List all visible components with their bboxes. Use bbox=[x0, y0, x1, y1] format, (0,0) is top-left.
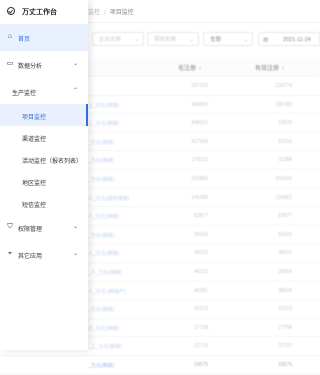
sidebar-item-label: 权限管理 bbox=[18, 227, 43, 233]
sidebar-item-label: 渠道监控 bbox=[22, 137, 47, 143]
sidebar-item-label: 数据分析 bbox=[18, 64, 43, 70]
sidebar-drawer: 万丈工作台 ⌂ 首页 ▭ 数据分析 ⌄ 生产监控 ⌃ 项目监控 渠道监控 活动监… bbox=[0, 0, 88, 350]
table-row[interactable]: _万元(换链) 19575 19575 bbox=[0, 356, 320, 375]
sidebar-item-label: 地区监控 bbox=[22, 181, 47, 187]
sidebar-item-other-apps[interactable]: ⌖ 其它应用 ⌄ bbox=[0, 241, 88, 268]
sidebar-item-label: 项目监控 bbox=[22, 115, 47, 121]
app-title: 万丈工作台 bbox=[22, 9, 57, 16]
chevron-up-icon: ⌃ bbox=[72, 88, 78, 94]
location-pin-icon: ⌖ bbox=[8, 250, 12, 257]
sidebar-item-activity-monitor[interactable]: 活动监控（报名列表） bbox=[0, 148, 88, 170]
sidebar-item-label: 其它应用 bbox=[18, 254, 43, 260]
sidebar-item-label: 活动监控（报名列表） bbox=[22, 159, 83, 165]
sidebar-item-label: 短信监控 bbox=[22, 203, 47, 209]
valid-registrations-cell: 19575 bbox=[278, 361, 292, 368]
sidebar-group-label: 生产监控 bbox=[12, 91, 37, 97]
shield-icon: ⛉ bbox=[7, 223, 13, 230]
sidebar-group-production[interactable]: 生产监控 ⌃ bbox=[0, 78, 88, 104]
chevron-down-icon: ⌄ bbox=[72, 61, 78, 67]
gross-registrations-cell: 19575 bbox=[194, 361, 208, 368]
chart-icon: ▭ bbox=[6, 60, 14, 67]
chevron-down-icon: ⌄ bbox=[72, 224, 78, 230]
sidebar-item-project-monitor[interactable]: 项目监控 bbox=[0, 104, 88, 126]
sidebar-item-analysis[interactable]: ▭ 数据分析 ⌄ bbox=[0, 51, 88, 78]
sidebar-item-home[interactable]: ⌂ 首页 bbox=[0, 24, 88, 51]
chevron-down-icon: ⌄ bbox=[72, 251, 78, 257]
sidebar-item-channel-monitor[interactable]: 渠道监控 bbox=[0, 126, 88, 148]
project-name-link[interactable]: _万元(换链) bbox=[88, 362, 114, 369]
sidebar-item-sms-monitor[interactable]: 短信监控 bbox=[0, 192, 88, 214]
check-circle-icon bbox=[7, 7, 15, 15]
home-icon: ⌂ bbox=[7, 33, 13, 40]
sidebar-item-label: 首页 bbox=[18, 37, 31, 43]
sidebar-item-permissions[interactable]: ⛉ 权限管理 ⌄ bbox=[0, 214, 88, 241]
app-logo: 万丈工作台 bbox=[0, 0, 88, 24]
sidebar-item-region-monitor[interactable]: 地区监控 bbox=[0, 170, 88, 192]
